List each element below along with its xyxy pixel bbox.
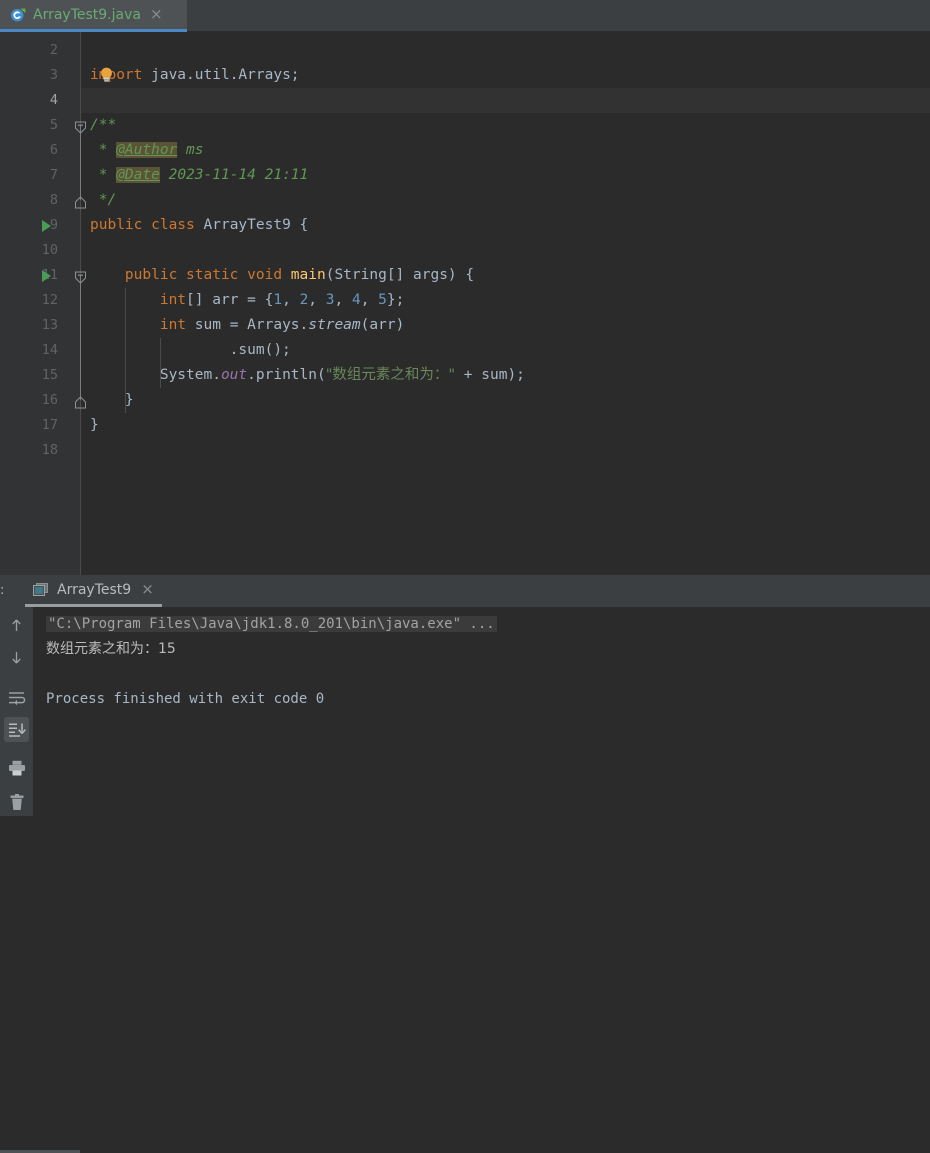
line-number: 6 [49,142,58,158]
code-line: .sum(); [90,342,291,358]
code-line: /** [90,117,117,133]
console-line: "C:\Program Files\Java\jdk1.8.0_201\bin\… [46,616,497,632]
print-icon[interactable] [4,755,29,780]
indent-guide [125,288,126,413]
console-output[interactable]: "C:\Program Files\Java\jdk1.8.0_201\bin\… [33,607,930,816]
line-number: 17 [41,417,58,433]
scroll-to-end-icon[interactable] [4,717,29,742]
fold-region-spine [80,125,81,200]
console-tab-arraytest9[interactable]: ArrayTest9 × [25,575,162,607]
editor-tab-arraytest9[interactable]: ArrayTest9.java × [0,0,187,32]
console-line: 数组元素之和为：15 [46,641,176,657]
code-line: */ [90,192,117,208]
code-line: } [90,392,134,408]
console-toolbar [0,607,33,816]
console-tab-label: ArrayTest9 [57,581,132,598]
code-line: * @Date 2023-11-14 21:11 [90,167,309,183]
trash-icon[interactable] [4,790,29,815]
code-line: import java.util.Arrays; [90,67,300,83]
console-window-icon [33,582,49,597]
soft-wrap-icon[interactable] [4,685,29,710]
tool-window-edge-marker: : [0,583,5,598]
editor-tab-bar: ArrayTest9.java × [0,0,930,32]
fold-collapse-icon[interactable] [74,119,87,134]
line-number: 5 [49,117,58,133]
code-editor[interactable]: 2 3 import java.util.Arrays; 4 5 /** 6 * @Auth… [0,32,930,575]
line-number: 14 [41,342,58,358]
scroll-up-icon[interactable] [4,613,29,638]
code-line: public static void main(String[] args) { [124,267,475,283]
line-number: 18 [41,442,58,458]
close-icon[interactable]: × [148,7,163,22]
line-number: 8 [49,192,58,208]
code-line: } [90,417,99,433]
line-number: 13 [41,317,58,333]
java-class-icon [10,7,26,23]
line-number: 4 [49,92,58,108]
close-icon[interactable]: × [139,582,154,597]
code-line: System.out.println("数组元素之和为：" + sum); [90,367,525,383]
run-tool-window: : ArrayTest9 × "C:\Program Files\Java\jd… [0,575,930,816]
line-number: 3 [49,67,58,83]
code-line: int[] arr = {1, 2, 3, 4, 5}; [159,292,405,308]
line-number: 12 [41,292,58,308]
editor-tab-label: ArrayTest9.java [33,6,141,23]
caret-row-highlight [0,88,930,113]
code-line: * @Author ms [90,142,204,158]
console-tab-bar: : ArrayTest9 × [0,575,930,607]
line-number: 15 [41,367,58,383]
fold-end-icon[interactable] [74,394,87,409]
line-number: 16 [41,392,58,408]
line-number: 7 [49,167,58,183]
fold-end-icon[interactable] [74,194,87,209]
run-gutter-icon[interactable] [42,220,51,232]
console-line: Process finished with exit code 0 [46,691,325,707]
indent-guide [160,338,161,388]
code-line: int sum = Arrays.stream(arr) [159,317,405,333]
fold-collapse-icon[interactable] [74,269,87,284]
line-number: 10 [41,242,58,258]
run-gutter-icon[interactable] [42,270,51,282]
code-line: public class ArrayTest9 { [90,217,309,233]
scroll-down-icon[interactable] [4,645,29,670]
line-number: 2 [49,42,58,58]
intention-bulb-icon[interactable] [100,67,113,83]
fold-region-spine [80,275,81,400]
